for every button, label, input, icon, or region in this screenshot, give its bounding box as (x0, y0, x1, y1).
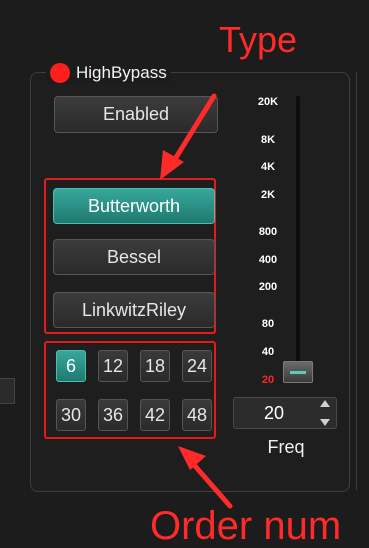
order-button[interactable]: 36 (98, 399, 128, 431)
order-button[interactable]: 30 (56, 399, 86, 431)
freq-tick-label: 80 (261, 318, 275, 330)
freq-spinbox-arrows[interactable] (318, 400, 332, 426)
group-title: HighBypass (46, 62, 171, 84)
order-button[interactable]: 48 (182, 399, 212, 431)
freq-spinbox-value[interactable]: 20 (234, 398, 314, 428)
group-title-label: HighBypass (76, 63, 167, 82)
order-button[interactable]: 42 (140, 399, 170, 431)
order-button[interactable]: 12 (98, 350, 128, 382)
freq-tick-label-current: 20 (261, 374, 275, 386)
order-annotation-label: Order num (150, 504, 342, 548)
freq-tick-label: 200 (258, 281, 278, 293)
freq-tick-label: 8K (260, 134, 276, 146)
freq-tick-label: 800 (258, 226, 278, 238)
enabled-button[interactable]: Enabled (54, 96, 218, 133)
collapsed-side-panel-handle[interactable] (0, 378, 15, 404)
freq-tick-label: 20K (257, 96, 279, 108)
freq-slider-thumb[interactable] (283, 361, 313, 383)
spin-up-icon[interactable] (320, 400, 330, 407)
type-linkwitzriley-button[interactable]: LinkwitzRiley (53, 292, 215, 328)
freq-label: Freq (267, 437, 305, 457)
freq-tick-label: 40 (261, 346, 275, 358)
spin-down-icon[interactable] (320, 419, 330, 426)
freq-tick-label: 4K (260, 161, 276, 173)
panel-divider (356, 72, 357, 490)
type-bessel-button[interactable]: Bessel (53, 239, 215, 275)
freq-slider-track[interactable] (296, 96, 300, 378)
type-butterworth-button[interactable]: Butterworth (53, 188, 215, 224)
freq-tick-label: 400 (258, 254, 278, 266)
type-annotation-label: Type (219, 19, 298, 60)
freq-tick-label: 2K (260, 189, 276, 201)
order-button[interactable]: 24 (182, 350, 212, 382)
freq-spinbox[interactable]: 20 (233, 397, 337, 429)
status-led-icon (50, 63, 70, 83)
order-button[interactable]: 6 (56, 350, 86, 382)
order-button[interactable]: 18 (140, 350, 170, 382)
